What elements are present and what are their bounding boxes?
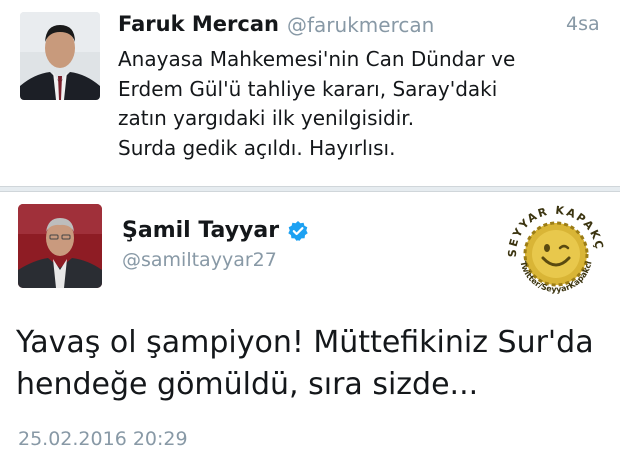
tweet-samil-tayyar[interactable]: Şamil Tayyar @samiltayyar27 SEYYAR KAPAK…	[0, 186, 620, 459]
tweet-text: Yavaş ol şampiyon! Müttefikiniz Sur'da h…	[16, 322, 616, 406]
author-handle[interactable]: @farukmercan	[287, 13, 434, 37]
tweet-faruk-mercan[interactable]: Faruk Mercan @farukmercan 4sa Anayasa Ma…	[0, 0, 620, 186]
verified-badge-icon	[287, 220, 309, 242]
seyyar-kapakci-watermark: SEYYAR KAPAKÇI Twitter/SeyyarKapakci	[497, 186, 612, 308]
author-handle[interactable]: @samiltayyar27	[122, 249, 277, 271]
tweet-text-line: Anayasa Mahkemesi'nin Can Dündar ve	[118, 47, 516, 71]
tweet-date: 25.02.2016 20:29	[18, 428, 188, 450]
author-name[interactable]: Şamil Tayyar	[122, 218, 279, 243]
tweet-time: 4sa	[566, 13, 600, 35]
tweet-text-line: hendeğe gömüldü, sıra sizde...	[16, 367, 479, 402]
tweet-text-line: Surda gedik açıldı. Hayırlısı.	[118, 135, 396, 160]
tweet-text-line: zatın yargıdaki ilk yenilgisidir.	[118, 106, 415, 130]
tweet-text: Anayasa Mahkemesi'nin Can Dündar ve Erde…	[118, 45, 608, 163]
tweet-text-line: Yavaş ol şampiyon! Müttefikiniz Sur'da	[16, 325, 594, 360]
avatar[interactable]	[20, 12, 100, 100]
avatar[interactable]	[18, 204, 102, 288]
author-name[interactable]: Faruk Mercan	[118, 12, 279, 36]
tweet-text-line: Erdem Gül'ü tahliye kararı, Saray'daki	[118, 76, 498, 101]
